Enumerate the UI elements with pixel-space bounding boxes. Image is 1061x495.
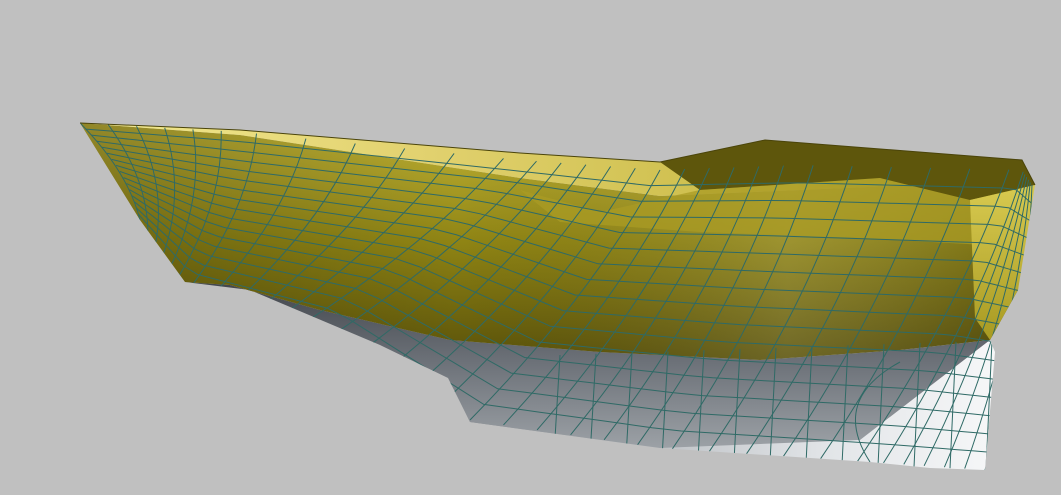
3d-viewport[interactable]	[0, 0, 1061, 495]
hull-render	[79, 122, 1036, 470]
transom-surface	[970, 185, 1035, 340]
